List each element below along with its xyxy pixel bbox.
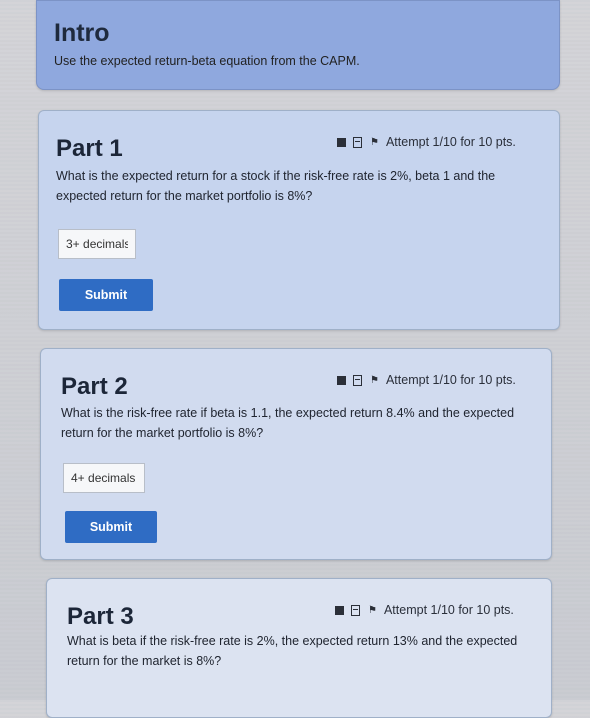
part-3-card: Part 3 ⚑ Attempt 1/10 for 10 pts. What i… bbox=[46, 578, 552, 718]
flag-icon[interactable]: ⚑ bbox=[370, 375, 379, 386]
part-3-question: What is beta if the risk-free rate is 2%… bbox=[67, 634, 518, 668]
part-3-title: Part 3 bbox=[67, 603, 134, 630]
part-2-answer-input[interactable] bbox=[63, 463, 145, 493]
document-icon[interactable] bbox=[353, 136, 362, 148]
part-1-meta: ⚑ Attempt 1/10 for 10 pts. bbox=[337, 135, 516, 149]
part-3-attempt: Attempt 1/10 for 10 pts. bbox=[383, 603, 514, 617]
part-3-meta: ⚑ Attempt 1/10 for 10 pts. bbox=[335, 603, 514, 617]
part-1-submit-button[interactable]: Submit bbox=[59, 279, 153, 311]
square-icon[interactable] bbox=[337, 375, 346, 385]
square-icon[interactable] bbox=[335, 605, 344, 615]
part-1-answer-input[interactable] bbox=[58, 229, 136, 259]
part-2-title: Part 2 bbox=[61, 373, 128, 400]
part-1-title: Part 1 bbox=[56, 135, 123, 162]
intro-title: Intro bbox=[54, 19, 110, 47]
flag-icon[interactable]: ⚑ bbox=[370, 137, 379, 148]
part-2-card: Part 2 ⚑ Attempt 1/10 for 10 pts. What i… bbox=[40, 348, 552, 560]
part-1-card: Part 1 ⚑ Attempt 1/10 for 10 pts. What i… bbox=[38, 110, 560, 330]
part-2-attempt: Attempt 1/10 for 10 pts. bbox=[385, 373, 516, 387]
part-2-submit-button[interactable]: Submit bbox=[65, 511, 157, 543]
part-1-attempt: Attempt 1/10 for 10 pts. bbox=[385, 135, 516, 149]
square-icon[interactable] bbox=[337, 137, 346, 147]
flag-icon[interactable]: ⚑ bbox=[368, 605, 377, 616]
document-icon[interactable] bbox=[353, 374, 362, 386]
part-2-question: What is the risk-free rate if beta is 1.… bbox=[61, 406, 515, 440]
intro-description: Use the expected return-beta equation fr… bbox=[54, 54, 360, 68]
part-2-meta: ⚑ Attempt 1/10 for 10 pts. bbox=[337, 373, 516, 387]
document-icon[interactable] bbox=[351, 604, 360, 616]
part-1-question: What is the expected return for a stock … bbox=[56, 169, 496, 203]
intro-card: Intro Use the expected return-beta equat… bbox=[36, 0, 560, 90]
